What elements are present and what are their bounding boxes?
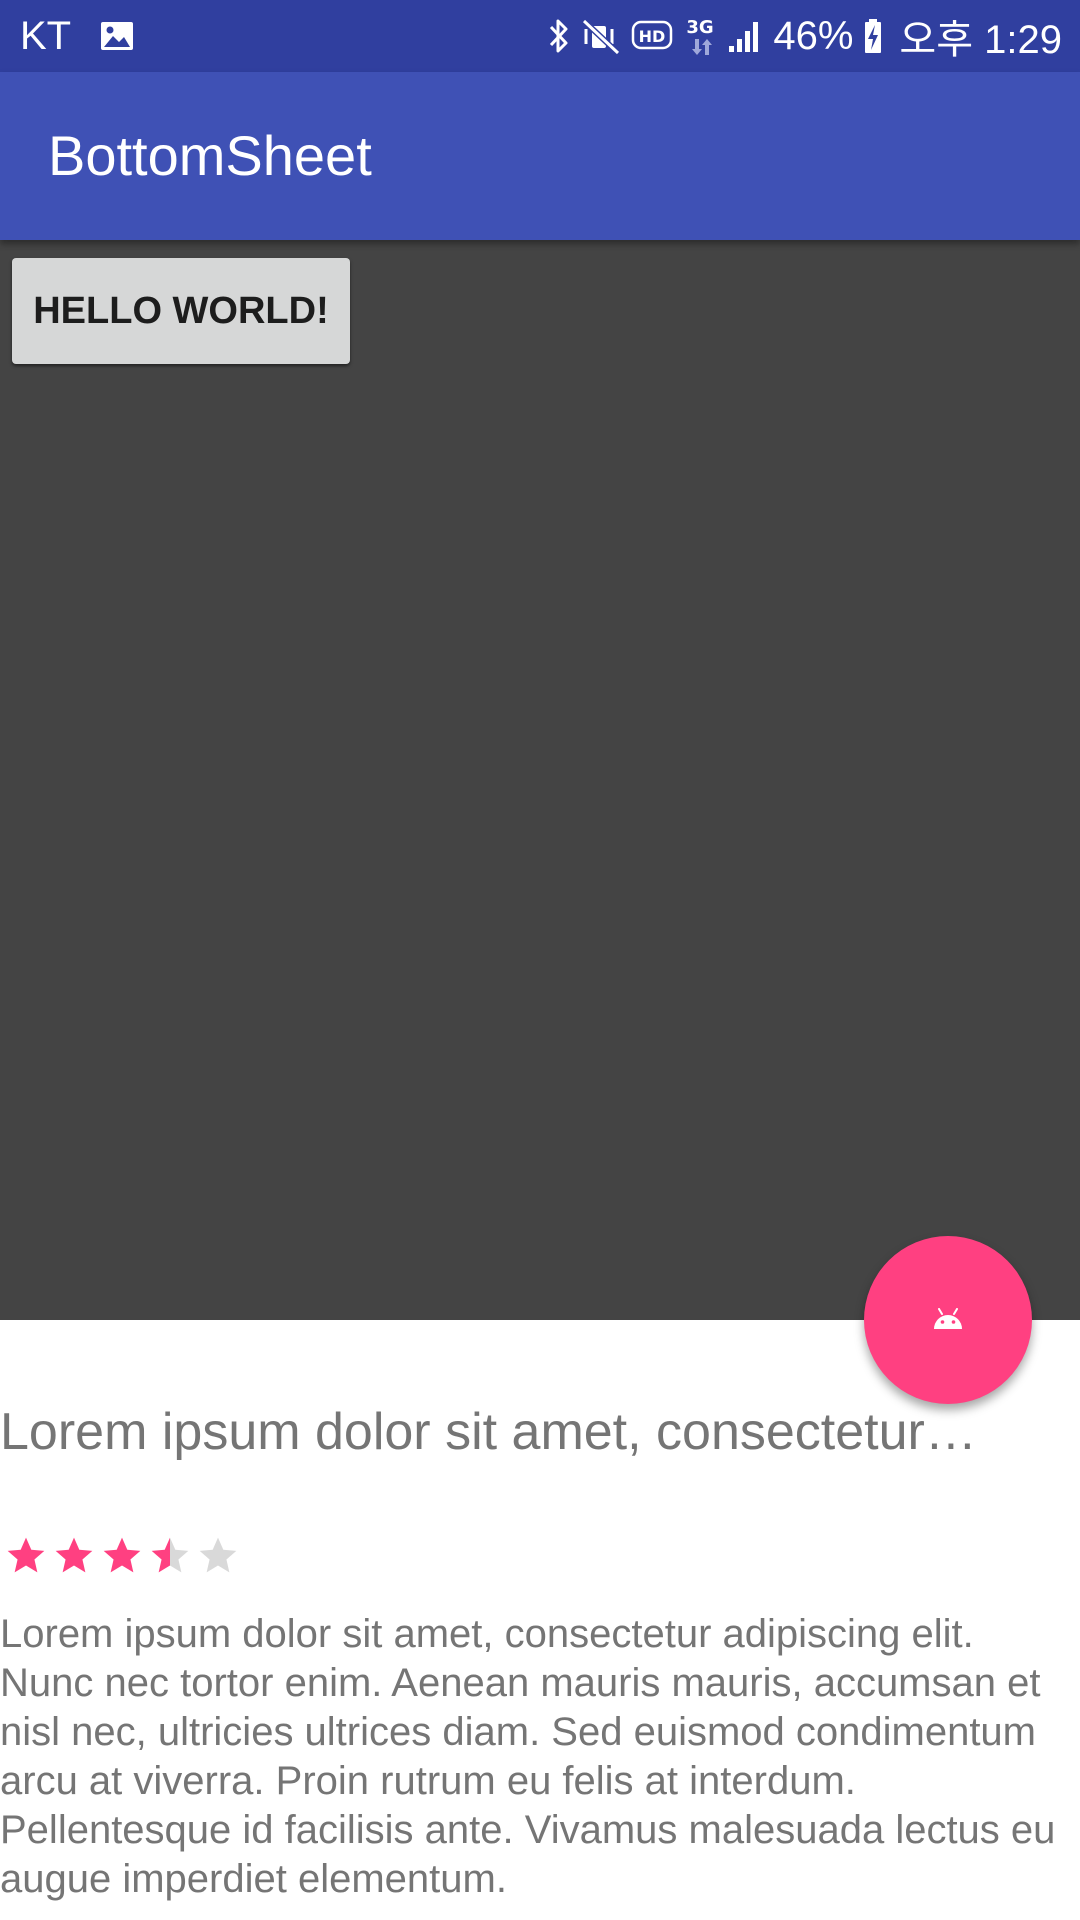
status-left: KT (20, 0, 135, 72)
star-2-icon (52, 1534, 96, 1578)
hd-icon: HD (631, 18, 673, 54)
bluetooth-icon (547, 16, 571, 56)
star-5-icon (196, 1534, 240, 1578)
app-bar: BottomSheet (0, 72, 1080, 240)
hello-world-button[interactable]: HELLO WORLD! (12, 258, 350, 364)
svg-text:3G: 3G (687, 17, 714, 38)
battery-percent: 46% (773, 13, 854, 58)
status-clock: 오후 1:29 (899, 18, 1062, 62)
mute-vibrate-icon (581, 16, 621, 56)
star-1-icon (4, 1534, 48, 1578)
android-icon (931, 1308, 965, 1332)
star-4-half-icon (148, 1534, 192, 1578)
rating-bar[interactable] (4, 1534, 240, 1578)
svg-text:HD: HD (639, 27, 666, 46)
status-right: HD 3G 46% 오후 1:29 (547, 0, 1062, 72)
bottom-sheet-body: Lorem ipsum dolor sit amet, consectetur … (0, 1612, 1056, 1901)
app-title: BottomSheet (48, 124, 372, 187)
3g-icon: 3G (683, 15, 717, 57)
signal-icon (727, 18, 763, 54)
status-bar: KT HD 3G 46% 오후 1:29 (0, 0, 1080, 72)
bottom-sheet[interactable]: Lorem ipsum dolor sit amet, consectetur… (0, 1320, 1080, 1920)
content-scrim[interactable]: HELLO WORLD! (0, 240, 1080, 1320)
bottom-sheet-title: Lorem ipsum dolor sit amet, consectetur… (0, 1403, 977, 1461)
battery-charging-icon (863, 16, 883, 56)
carrier-label: KT (20, 13, 72, 58)
image-icon (99, 20, 135, 52)
star-3-icon (100, 1534, 144, 1578)
fab-button[interactable] (864, 1236, 1032, 1404)
